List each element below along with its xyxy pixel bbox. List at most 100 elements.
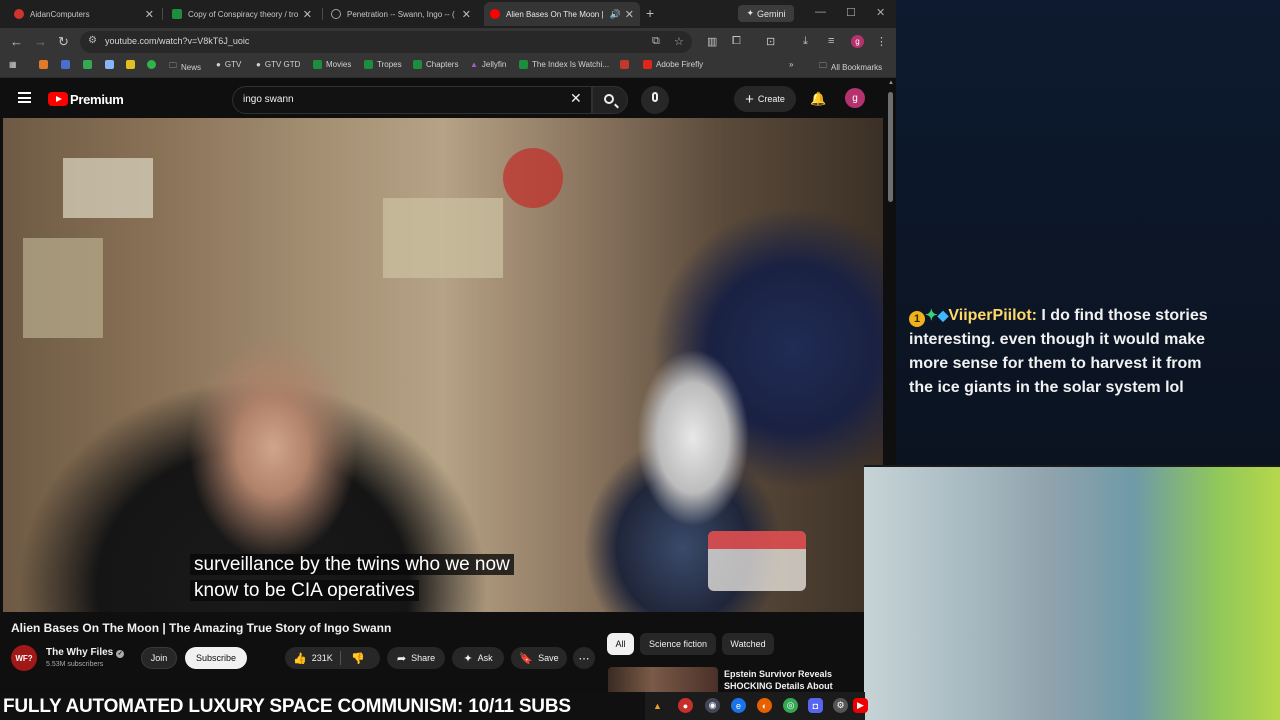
install-app-icon[interactable]: ⧉ [652, 35, 660, 48]
bookmark-icon-5[interactable] [126, 60, 135, 69]
like-count[interactable]: 231K [312, 653, 333, 663]
bookmark-movies[interactable]: Movies [313, 60, 351, 69]
recommended-video-thumbnail[interactable] [608, 667, 718, 692]
notifications-bell-icon[interactable]: 🔔 [810, 91, 826, 107]
more-dots-icon: ⋯ [578, 652, 590, 665]
minimize-icon[interactable]: — [815, 6, 826, 18]
media-icon[interactable]: ≡ [828, 35, 834, 47]
tab-close-icon[interactable]: ✕ [625, 8, 634, 21]
share-button[interactable]: ➦ Share [387, 647, 445, 669]
youtube-app-icon[interactable]: ▶ [853, 698, 868, 713]
new-tab-button[interactable]: + [646, 5, 654, 21]
webcam-frame [864, 465, 1280, 467]
bookmarks-bar: ▦ 🗀 News ● GTV ● GTV GTD Movies Tropes Chap… [0, 56, 896, 78]
channel-avatar[interactable]: WF? [11, 645, 37, 671]
bookmark-icon-6[interactable] [147, 60, 156, 69]
bookmark-adobe-firefly[interactable]: Adobe Firefly [643, 60, 703, 69]
video-player[interactable] [3, 118, 883, 612]
bookmark-tropes[interactable]: Tropes [364, 60, 402, 69]
forward-icon[interactable]: → [34, 34, 47, 49]
bookmark-news[interactable]: 🗀 News [169, 60, 201, 74]
bookmark-star-icon[interactable]: ☆ [674, 35, 684, 48]
share-arrow-icon: ➦ [396, 652, 407, 665]
thumbs-down-icon[interactable]: 👎 [351, 652, 365, 665]
edge-icon[interactable]: e [731, 698, 746, 713]
apps-grid-icon[interactable]: ▦ [9, 60, 17, 69]
sheets-icon [413, 60, 422, 69]
bookmarks-overflow-icon[interactable]: » [789, 60, 793, 69]
window-close-icon[interactable]: ✕ [876, 6, 885, 19]
scroll-up-arrow-icon[interactable]: ▲ [888, 80, 894, 86]
thumbs-up-icon[interactable]: 👍 [293, 652, 307, 665]
recommended-video-title[interactable]: Epstein Survivor Reveals SHOCKING Detail… [724, 668, 864, 692]
bookmark-icon-red[interactable] [620, 60, 629, 69]
obs-icon[interactable]: ◉ [705, 698, 720, 713]
subscribe-button[interactable]: Subscribe [185, 647, 247, 669]
bookmark-icon-4[interactable] [105, 60, 114, 69]
search-input[interactable]: ingo swann [232, 86, 592, 114]
youtube-logo-icon[interactable] [48, 92, 68, 106]
tab-favicon-icon [14, 9, 24, 19]
clear-search-icon[interactable]: ✕ [570, 90, 582, 107]
bookmark-icon-1[interactable] [39, 60, 48, 69]
speaker-icon[interactable]: 🔊 [610, 9, 621, 20]
download-icon[interactable]: ⤓ [803, 35, 808, 48]
browser-profile-avatar[interactable]: g [851, 35, 864, 48]
ask-button[interactable]: ✦ Ask [452, 647, 504, 669]
save-button[interactable]: 🔖 Save [511, 647, 567, 669]
firefox-icon[interactable]: ◐ [757, 698, 772, 713]
tab-penetration-book[interactable]: Penetration -- Swann, Ingo -- ( ✕ [325, 2, 477, 26]
vlc-icon[interactable]: ▲ [650, 698, 665, 713]
tab-search-icon[interactable]: ⊡ [766, 35, 775, 48]
sub-badge-icon: 1 [909, 311, 925, 327]
address-bar[interactable]: ⚙ youtube.com/watch?v=V8kT6J_uoic ⧉ ☆ [80, 31, 692, 53]
tab-conspiracy-sheet[interactable]: Copy of Conspiracy theory / tro ✕ [166, 2, 318, 26]
github-icon: ● [216, 60, 221, 69]
github-icon: ● [256, 60, 261, 69]
chip-watched[interactable]: Watched [722, 633, 774, 655]
all-bookmarks[interactable]: 🗀 All Bookmarks [819, 60, 882, 74]
maximize-icon[interactable]: ☐ [846, 6, 856, 19]
scroll-thumb[interactable] [888, 92, 893, 202]
diamond-badge-icon: ✦ [925, 307, 938, 324]
search-icon [604, 94, 614, 104]
tab-close-icon[interactable]: ✕ [462, 8, 471, 21]
create-button[interactable]: + Create [734, 86, 796, 112]
chip-all[interactable]: All [607, 633, 634, 655]
steam-icon[interactable]: ⚙ [833, 698, 848, 713]
chrome-icon[interactable]: ◎ [783, 698, 798, 713]
bookmark-icon-2[interactable] [61, 60, 70, 69]
chip-science-fiction[interactable]: Science fiction [640, 633, 716, 655]
youtube-header: Premium ingo swann ✕ + Create 🔔 g [0, 78, 886, 120]
bookmark-gtv-gtd[interactable]: ● GTV GTD [256, 60, 300, 69]
youtube-premium-wordmark[interactable]: Premium [70, 92, 124, 107]
back-icon[interactable]: ← [10, 34, 23, 49]
taskbar-tray: ▲ ● ◉ e ◐ ◎ ◘ ⚙ ▶ [645, 692, 868, 720]
site-info-icon[interactable]: ⚙ [88, 35, 97, 46]
gemini-button[interactable]: ✦ Gemini [738, 5, 794, 22]
tab-close-icon[interactable]: ✕ [145, 8, 154, 21]
bookmark-icon-3[interactable] [83, 60, 92, 69]
discord-icon[interactable]: ◘ [808, 698, 823, 713]
join-button[interactable]: Join [141, 647, 177, 669]
bookmark-jellyfin[interactable]: ▲ Jellyfin [470, 60, 506, 69]
more-actions-button[interactable]: ⋯ [573, 647, 595, 669]
menu-icon[interactable] [18, 92, 31, 103]
voice-search-button[interactable] [641, 86, 669, 114]
bookmark-index[interactable]: The Index Is Watchi... [519, 60, 609, 69]
reload-icon[interactable]: ↻ [58, 34, 69, 50]
reading-list-icon[interactable]: ▥ [707, 35, 717, 48]
extensions-icon[interactable]: ⧠ [732, 35, 741, 48]
bookmark-chapters[interactable]: Chapters [413, 60, 458, 69]
account-avatar[interactable]: g [845, 88, 865, 108]
menu-dots-icon[interactable]: ⋮ [876, 35, 887, 48]
search-button[interactable] [592, 86, 628, 114]
sparkle-icon: ✦ [746, 8, 755, 18]
tab-alien-bases-video[interactable]: Alien Bases On The Moon | 🔊 ✕ [484, 2, 640, 26]
channel-name[interactable]: The Why Files ✓ [46, 647, 125, 658]
folder-icon: 🗀 [819, 61, 827, 70]
tab-close-icon[interactable]: ✕ [303, 8, 312, 21]
tab-aidancomputers[interactable]: AidanComputers ✕ [8, 2, 160, 26]
sheets-icon [172, 9, 182, 19]
bookmark-gtv[interactable]: ● GTV [216, 60, 241, 69]
